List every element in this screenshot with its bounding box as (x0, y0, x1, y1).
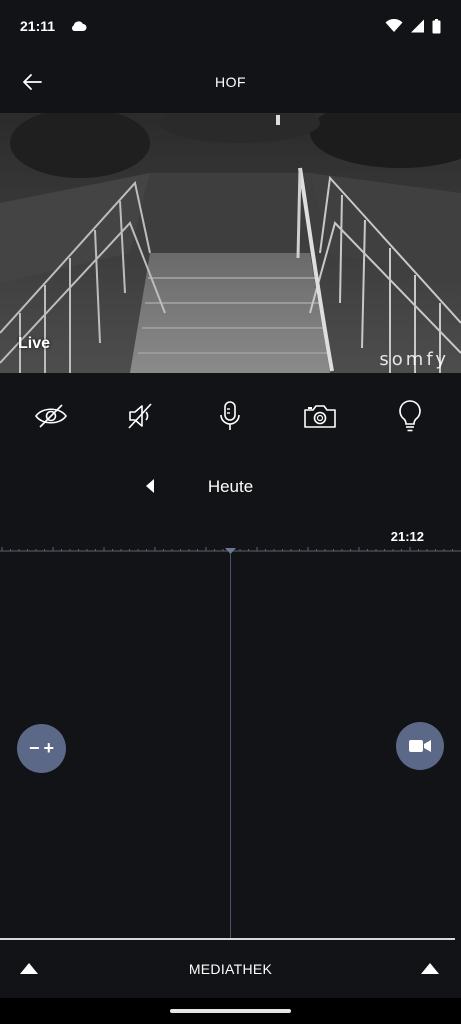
triangle-up-icon (20, 963, 38, 974)
snapshot-button[interactable] (295, 391, 345, 441)
zoom-out-label: − (28, 738, 40, 758)
timeline-current-time: 21:12 (390, 529, 424, 544)
status-time: 21:11 (20, 18, 56, 34)
day-label: Heute (207, 477, 254, 496)
media-library-label: MEDIATHEK (188, 961, 273, 977)
expand-left-button[interactable] (17, 958, 41, 978)
system-nav-bar (0, 998, 461, 1024)
record-button[interactable] (396, 722, 444, 770)
signal-icon (411, 19, 424, 33)
zoom-button[interactable]: − + (17, 724, 66, 773)
status-bar: 21:11 (0, 0, 461, 52)
wifi-icon (385, 19, 403, 32)
arrow-left-icon (23, 74, 42, 90)
triangle-up-icon (421, 963, 439, 974)
camera-image (0, 113, 461, 373)
video-camera-icon (409, 740, 431, 752)
app-bar: HOF (0, 52, 461, 112)
timeline-cursor (230, 554, 231, 938)
zoom-in-label: + (43, 738, 55, 758)
status-icons (385, 18, 441, 34)
somfy-watermark: somfy (379, 349, 449, 370)
back-button[interactable] (18, 68, 46, 96)
camera-controls (0, 388, 461, 444)
microphone-icon (220, 401, 241, 430)
camera-live-view[interactable]: Live somfy (0, 113, 461, 373)
media-library-bar[interactable]: MEDIATHEK (0, 940, 461, 998)
screen: 21:11 HOF Live somfy Heute 21:12 − + MED… (0, 0, 461, 1024)
mute-button[interactable] (116, 391, 166, 441)
microphone-button[interactable] (205, 391, 255, 441)
expand-right-button[interactable] (418, 958, 442, 978)
speaker-muted-icon (128, 403, 152, 429)
live-label: Live (18, 335, 51, 352)
battery-icon (432, 18, 441, 33)
timeline[interactable]: 21:12 − + (0, 528, 461, 940)
light-button[interactable] (385, 391, 435, 441)
eye-off-icon (34, 404, 67, 428)
lightbulb-icon (399, 400, 421, 432)
timeline-ruler[interactable] (0, 544, 461, 554)
privacy-button[interactable] (26, 391, 76, 441)
home-indicator[interactable] (170, 1009, 291, 1013)
camera-icon (304, 405, 337, 428)
cloud-icon (72, 21, 87, 31)
page-title: HOF (214, 74, 247, 90)
day-navigation: Heute (0, 468, 461, 508)
